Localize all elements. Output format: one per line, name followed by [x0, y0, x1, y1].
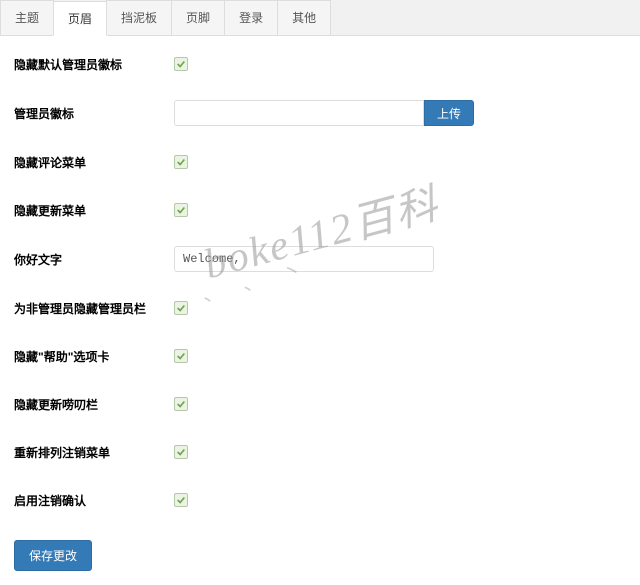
label-hide-admin-bar-nonadmin: 为非管理员隐藏管理员栏 — [14, 300, 174, 317]
row-hide-update-nag: 隐藏更新唠叨栏 — [14, 392, 626, 416]
label-hide-help-tab: 隐藏"帮助"选项卡 — [14, 348, 174, 365]
save-button[interactable]: 保存更改 — [14, 540, 92, 571]
tab-login[interactable]: 登录 — [224, 0, 278, 35]
checkbox-hide-update-nag[interactable] — [174, 397, 188, 411]
checkbox-rearrange-logout[interactable] — [174, 445, 188, 459]
checkbox-hide-help-tab[interactable] — [174, 349, 188, 363]
settings-panel: 隐藏默认管理员徽标 管理员徽标 上传 隐藏评论菜单 隐藏更新菜单 你好文字 为非… — [0, 36, 640, 585]
label-hide-update-nag: 隐藏更新唠叨栏 — [14, 396, 174, 413]
tab-sidebar[interactable]: 挡泥板 — [106, 0, 172, 35]
checkbox-hide-default-admin-badge[interactable] — [174, 57, 188, 71]
checkbox-hide-comment-menu[interactable] — [174, 155, 188, 169]
label-admin-badge: 管理员徽标 — [14, 105, 174, 122]
row-rearrange-logout: 重新排列注销菜单 — [14, 440, 626, 464]
label-rearrange-logout: 重新排列注销菜单 — [14, 444, 174, 461]
label-hide-update-menu: 隐藏更新菜单 — [14, 202, 174, 219]
row-hello-text: 你好文字 — [14, 246, 626, 272]
checkbox-hide-update-menu[interactable] — [174, 203, 188, 217]
row-enable-logout-confirm: 启用注销确认 — [14, 488, 626, 512]
row-admin-badge: 管理员徽标 上传 — [14, 100, 626, 126]
row-hide-help-tab: 隐藏"帮助"选项卡 — [14, 344, 626, 368]
input-admin-badge[interactable] — [174, 100, 424, 126]
row-hide-admin-bar-nonadmin: 为非管理员隐藏管理员栏 — [14, 296, 626, 320]
input-hello-text[interactable] — [174, 246, 434, 272]
checkbox-enable-logout-confirm[interactable] — [174, 493, 188, 507]
tab-theme[interactable]: 主题 — [0, 0, 54, 35]
label-hello-text: 你好文字 — [14, 251, 174, 268]
tab-other[interactable]: 其他 — [277, 0, 331, 35]
tab-footer[interactable]: 页脚 — [171, 0, 225, 35]
row-hide-default-admin-badge: 隐藏默认管理员徽标 — [14, 52, 626, 76]
row-hide-update-menu: 隐藏更新菜单 — [14, 198, 626, 222]
upload-button[interactable]: 上传 — [424, 100, 474, 126]
row-hide-comment-menu: 隐藏评论菜单 — [14, 150, 626, 174]
tabs: 主题 页眉 挡泥板 页脚 登录 其他 — [0, 0, 640, 36]
checkbox-hide-admin-bar-nonadmin[interactable] — [174, 301, 188, 315]
label-hide-comment-menu: 隐藏评论菜单 — [14, 154, 174, 171]
label-hide-default-admin-badge: 隐藏默认管理员徽标 — [14, 56, 174, 73]
label-enable-logout-confirm: 启用注销确认 — [14, 492, 174, 509]
tab-header[interactable]: 页眉 — [53, 1, 107, 36]
